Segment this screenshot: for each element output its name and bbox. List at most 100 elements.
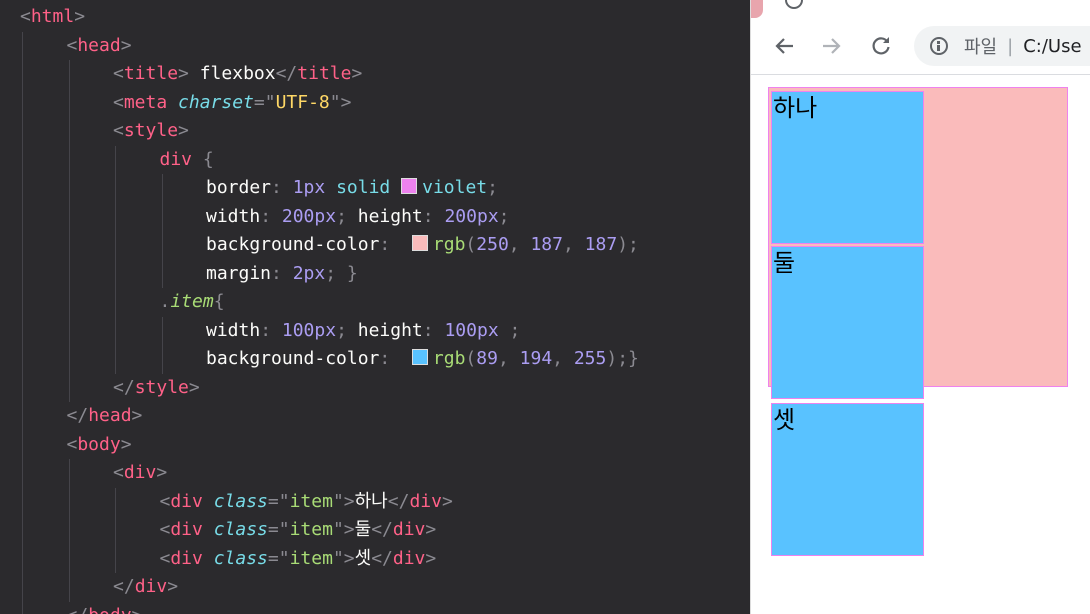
code-line[interactable]: width: 100px; height: 100px ; bbox=[206, 317, 520, 345]
code-token: height bbox=[357, 319, 423, 341]
code-token: rgb bbox=[432, 234, 466, 255]
browser-window: 파일 | C:/Use 하나 둘 셋 bbox=[750, 0, 1090, 614]
code-line[interactable]: background-color: rgb(89, 194, 255);} bbox=[206, 345, 639, 373]
code-token: > bbox=[120, 433, 132, 455]
back-button[interactable] bbox=[769, 30, 801, 62]
code-token: item bbox=[170, 291, 214, 312]
code-token: > bbox=[156, 462, 168, 483]
code-line[interactable]: </div> bbox=[113, 573, 178, 601]
code-token: 셋 bbox=[354, 547, 372, 569]
code-token: 100px bbox=[281, 319, 337, 341]
tab-edge[interactable] bbox=[751, 0, 763, 18]
reload-button[interactable] bbox=[865, 30, 897, 62]
code-line[interactable]: <html> bbox=[20, 3, 85, 31]
code-token: title bbox=[297, 63, 352, 84]
code-token: > bbox=[132, 605, 143, 614]
code-token: < bbox=[66, 433, 78, 455]
info-icon[interactable] bbox=[930, 37, 948, 55]
code-token: < bbox=[113, 63, 124, 84]
code-token: 1px bbox=[292, 177, 337, 198]
code-token: "> bbox=[332, 490, 355, 512]
indent-guide bbox=[161, 316, 163, 374]
code-line[interactable]: </head> bbox=[67, 402, 143, 430]
code-line[interactable]: <head> bbox=[67, 32, 132, 60]
code-line[interactable]: <title> flexbox</title> bbox=[113, 60, 362, 88]
code-token: 2px bbox=[292, 262, 326, 284]
code-token: < bbox=[66, 34, 78, 56]
code-token: ; bbox=[336, 319, 358, 341]
code-token: ( bbox=[465, 348, 477, 369]
code-token: : bbox=[260, 205, 282, 227]
code-line[interactable]: </body> bbox=[67, 602, 143, 614]
code-token: ); bbox=[617, 234, 639, 255]
code-token: style bbox=[123, 120, 179, 141]
reload-icon bbox=[872, 37, 890, 55]
code-token: > bbox=[351, 63, 363, 84]
code-token: "> bbox=[332, 519, 355, 540]
code-token: { bbox=[202, 148, 214, 170]
code-token: < bbox=[159, 519, 171, 540]
code-line[interactable]: <style> bbox=[113, 117, 189, 145]
code-token: 200px bbox=[281, 205, 337, 227]
code-line[interactable]: border: 1px solid violet; bbox=[206, 174, 498, 202]
code-line[interactable]: width: 200px; height: 200px; bbox=[206, 203, 510, 231]
code-line[interactable]: margin: 2px; } bbox=[206, 260, 358, 288]
color-swatch-icon[interactable] bbox=[401, 178, 418, 194]
code-token: 200px bbox=[444, 205, 499, 227]
code-token: 194 bbox=[519, 348, 553, 369]
code-line[interactable]: background-color: rgb(250, 187, 187); bbox=[206, 231, 639, 259]
code-editor[interactable]: <html> <head> <title> flexbox</title> <meta… bbox=[0, 0, 750, 614]
code-line[interactable]: </style> bbox=[113, 374, 200, 402]
tab-favicon-icon bbox=[785, 0, 803, 9]
code-token: ; bbox=[509, 319, 521, 341]
code-token: > bbox=[425, 519, 437, 540]
code-token: flexbox bbox=[199, 63, 276, 84]
color-swatch-icon[interactable] bbox=[411, 235, 428, 251]
address-bar[interactable]: 파일 | C:/Use bbox=[914, 26, 1090, 66]
code-line[interactable]: <div class="item">하나</div> bbox=[160, 488, 453, 516]
code-token: 89 bbox=[476, 348, 498, 369]
code-line[interactable]: div { bbox=[160, 146, 214, 174]
code-token: </ bbox=[275, 63, 298, 84]
browser-toolbar: 파일 | C:/Use bbox=[751, 18, 1090, 75]
indent-guide bbox=[22, 31, 23, 614]
code-token: < bbox=[113, 462, 124, 483]
address-separator: | bbox=[1007, 35, 1014, 57]
code-token: </ bbox=[113, 576, 135, 597]
code-token: class bbox=[213, 519, 268, 540]
code-token: > bbox=[441, 490, 453, 512]
code-token: width bbox=[206, 205, 261, 227]
item-box-two: 둘 bbox=[771, 246, 924, 399]
code-token: : bbox=[271, 262, 293, 284]
code-line[interactable]: <div class="item">셋</div> bbox=[160, 545, 437, 573]
code-token: > bbox=[425, 547, 437, 569]
code-token: title bbox=[123, 63, 179, 84]
address-url[interactable]: C:/Use bbox=[1023, 36, 1081, 57]
code-line[interactable]: <div> bbox=[113, 459, 167, 487]
code-token: ; bbox=[498, 205, 510, 227]
code-token: > bbox=[131, 405, 143, 426]
code-token: violet bbox=[422, 177, 488, 198]
color-swatch-icon[interactable] bbox=[411, 349, 428, 365]
code-line[interactable]: <meta charset="UTF-8"> bbox=[113, 89, 351, 117]
code-token: : bbox=[260, 319, 282, 341]
code-token: height bbox=[357, 205, 423, 227]
code-token: margin bbox=[206, 262, 272, 284]
code-token: div bbox=[392, 519, 426, 540]
code-token: div bbox=[392, 547, 426, 569]
code-token: . bbox=[159, 291, 171, 312]
address-scheme-label: 파일 bbox=[964, 37, 998, 58]
code-token: =" bbox=[267, 519, 290, 540]
code-line[interactable]: <body> bbox=[67, 431, 132, 459]
forward-button[interactable] bbox=[815, 30, 847, 62]
code-token: );} bbox=[606, 348, 639, 369]
code-token: , bbox=[497, 348, 520, 369]
code-token: ( bbox=[465, 234, 477, 255]
code-line[interactable]: .item{ bbox=[160, 288, 225, 316]
code-token: : bbox=[422, 205, 445, 227]
code-line[interactable]: <div class="item">둘</div> bbox=[160, 516, 437, 544]
arrow-right-icon bbox=[823, 38, 841, 54]
code-token: > bbox=[178, 120, 189, 141]
code-token: head bbox=[77, 34, 121, 56]
code-token: head bbox=[88, 405, 132, 426]
